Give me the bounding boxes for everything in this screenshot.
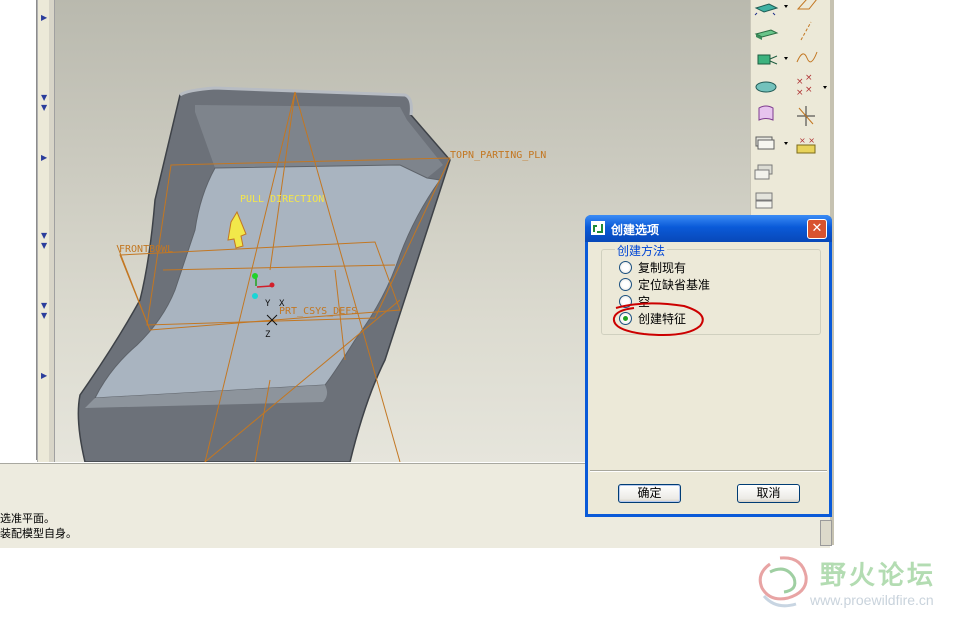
csys-label: PRT_CSYS_DEFS — [279, 306, 357, 317]
radio-icon[interactable] — [619, 261, 632, 274]
chevron-right-icon[interactable]: ▶ — [41, 14, 47, 22]
axis-z-label: Z — [265, 330, 271, 340]
radio-icon[interactable] — [619, 278, 632, 291]
flame-logo-icon — [758, 556, 808, 608]
model-tree-panel[interactable] — [0, 0, 37, 460]
csys-icon[interactable] — [797, 106, 815, 126]
creation-method-label: 创建方法 — [615, 242, 668, 259]
chevron-right-icon[interactable]: ▶ — [41, 154, 47, 162]
close-button[interactable]: ✕ — [807, 219, 827, 239]
revolve-icon[interactable] — [757, 54, 778, 65]
cancel-button[interactable]: 取消 — [737, 484, 800, 503]
watermark-brand: 野火论坛 — [820, 561, 937, 591]
message-line-2: 装配模型自身。 — [0, 527, 77, 540]
app-icon — [591, 221, 605, 235]
pattern-icon[interactable] — [754, 164, 773, 180]
chevron-down-icon[interactable]: ▼ — [41, 242, 47, 250]
extrude-icon[interactable] — [754, 29, 779, 40]
message-scrollbar[interactable] — [820, 520, 832, 546]
watermark-url: www.proewildfire.cn — [810, 592, 934, 608]
feature-toolbar: × × × × × × — [750, 0, 831, 215]
axis-y-label: Y — [265, 299, 271, 309]
forum-watermark: 野火论坛 www.proewildfire.cn — [750, 550, 962, 618]
message-line-1: 选准平面。 — [0, 512, 55, 525]
ok-button[interactable]: 确定 — [618, 484, 681, 503]
datum-point-icon[interactable]: ×××× — [796, 73, 813, 98]
blend-icon[interactable] — [758, 105, 774, 121]
dropdown-arrow-icon[interactable] — [784, 57, 788, 60]
dialog-title: 创建选项 — [611, 223, 660, 237]
mirror-icon[interactable] — [755, 192, 773, 209]
svg-text:×: × — [805, 85, 813, 95]
svg-text:×: × — [805, 73, 813, 83]
dialog-separator — [590, 470, 827, 472]
chevron-down-icon[interactable]: ▼ — [41, 312, 47, 320]
create-options-dialog: 创建选项 ✕ 创建方法 复制现有 定位缺省基准 空 创建特征 确定 取消 — [585, 215, 832, 517]
chevron-right-icon[interactable]: ▶ — [41, 372, 47, 380]
dialog-title-bar[interactable]: 创建选项 ✕ — [585, 215, 832, 242]
dropdown-arrow-icon[interactable] — [784, 142, 788, 145]
chevron-down-icon[interactable]: ▼ — [41, 104, 47, 112]
option-label: 定位缺省基准 — [638, 278, 711, 292]
close-icon[interactable]: ✕ — [812, 221, 823, 236]
datum-axis-icon[interactable] — [796, 0, 817, 10]
parting-plane-label: TOPN_PARTING_PLN — [450, 150, 546, 161]
analysis-icon[interactable]: × × — [796, 136, 816, 154]
svg-text:×: × — [796, 77, 804, 87]
chevron-down-icon[interactable]: ▼ — [41, 94, 47, 102]
datum-line-icon[interactable] — [800, 21, 812, 41]
datum-plane-icon[interactable] — [754, 3, 779, 16]
dialog-body: 创建方法 复制现有 定位缺省基准 空 创建特征 确定 取消 — [588, 242, 829, 514]
dropdown-arrow-icon[interactable] — [784, 5, 788, 8]
pull-direction-label: PULL DIRECTION — [240, 194, 324, 205]
svg-text:× ×: × × — [799, 136, 815, 145]
red-highlight-circle — [612, 302, 704, 336]
front-plane-label: FRONTBOWL — [119, 244, 173, 255]
sketch-curve-icon[interactable] — [796, 51, 818, 63]
svg-text:×: × — [796, 88, 804, 98]
dropdown-arrow-icon[interactable] — [823, 86, 827, 89]
chevron-down-icon[interactable]: ▼ — [41, 232, 47, 240]
option-label: 复制现有 — [638, 261, 687, 275]
copy-feature-icon[interactable] — [755, 136, 775, 150]
chevron-down-icon[interactable]: ▼ — [41, 302, 47, 310]
sweep-icon[interactable] — [755, 81, 777, 93]
